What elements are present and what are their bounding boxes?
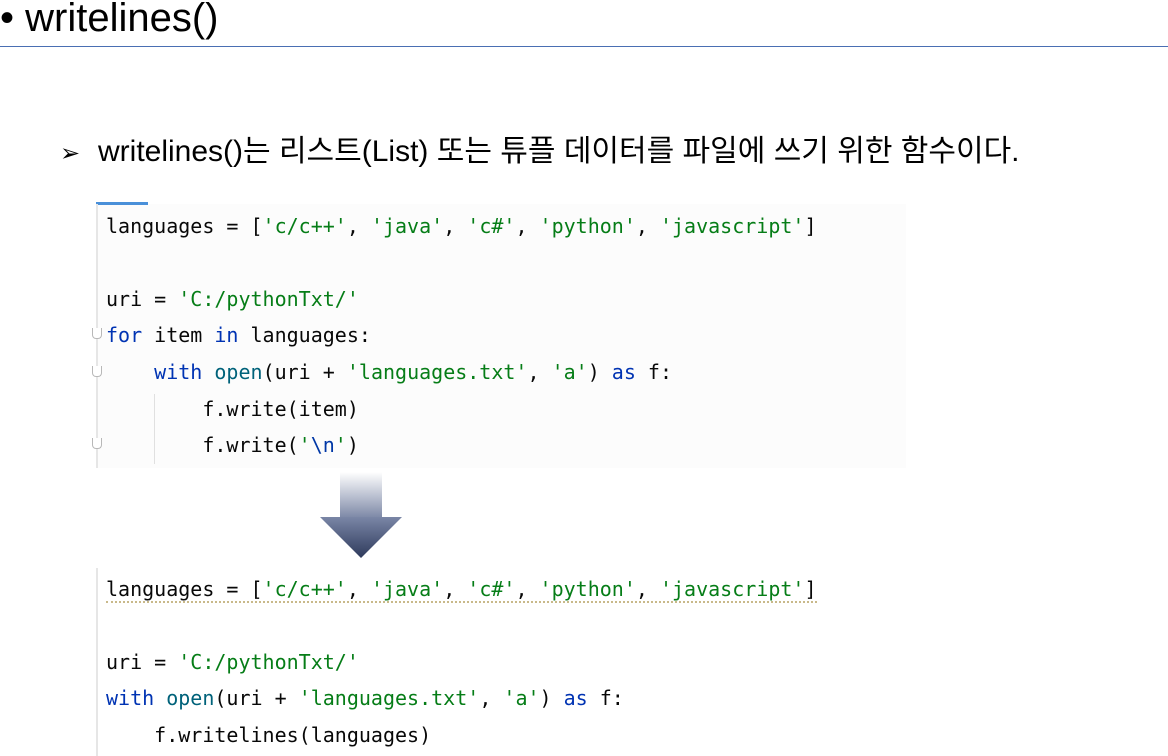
code-line-1: languages = ['c/c++', 'java', 'c#', 'pyt…: [106, 214, 817, 238]
code-line-4: with open(uri + 'languages.txt', 'a') as…: [154, 360, 673, 384]
editor-tab-indicator: [96, 202, 148, 205]
code-block-before: languages = ['c/c++', 'java', 'c#', 'pyt…: [92, 202, 906, 468]
bullet-text: writelines()는 리스트(List) 또는 튜플 데이터를 파일에 쓰…: [98, 135, 1020, 168]
code-line-3: for item in languages:: [106, 323, 371, 347]
code-line-4: f.writelines(languages): [106, 723, 432, 747]
down-arrow-icon: [320, 472, 402, 558]
fold-marker-icon: [92, 438, 102, 449]
fold-marker-icon: [92, 366, 102, 377]
code-line-3: with open(uri + 'languages.txt', 'a') as…: [106, 686, 624, 710]
code-line-6: f.write('\n'): [106, 433, 359, 457]
bullet-point: ➢ writelines()는 리스트(List) 또는 튜플 데이터를 파일에 …: [60, 132, 1020, 174]
editor-gutter: [96, 568, 98, 756]
code-line-1: languages = ['c/c++', 'java', 'c#', 'pyt…: [106, 577, 817, 603]
fold-marker-icon: [92, 328, 102, 339]
arrow-bullet-icon: ➢: [60, 140, 81, 167]
code-line-2: uri = 'C:/pythonTxt/': [106, 650, 359, 674]
code-line-2: uri = 'C:/pythonTxt/': [106, 287, 359, 311]
code-line-5: f.write(item): [106, 397, 359, 421]
code-block-after: languages = ['c/c++', 'java', 'c#', 'pyt…: [96, 568, 906, 756]
title-divider: [0, 46, 1168, 47]
slide-title: • writelines(): [0, 0, 219, 40]
